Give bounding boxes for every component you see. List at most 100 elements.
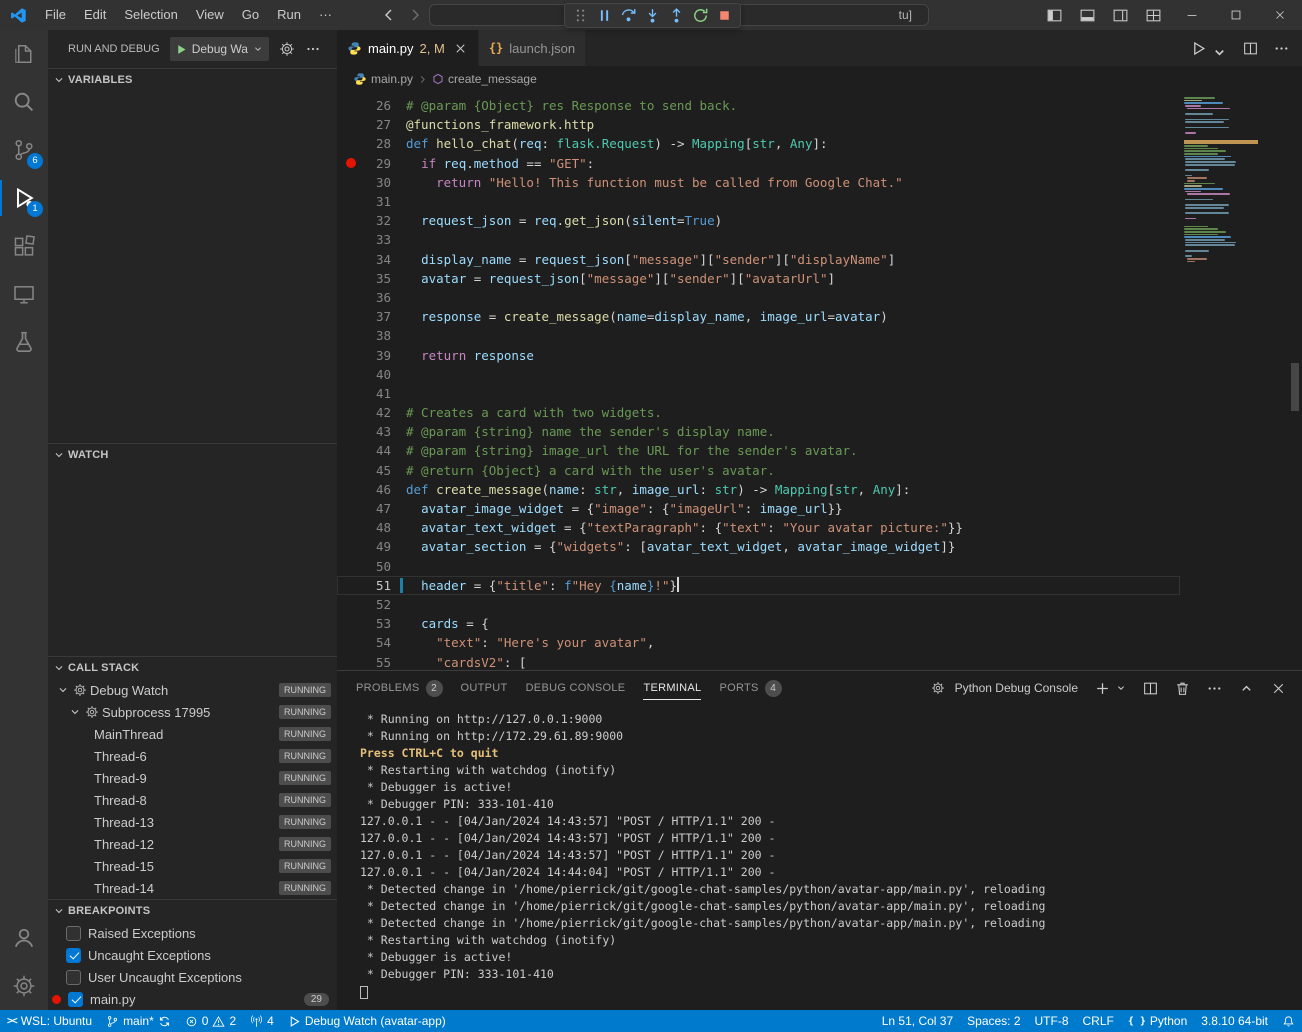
drag-handle-icon[interactable] (570, 5, 591, 26)
variables-section-header[interactable]: VARIABLES (48, 69, 337, 91)
breakpoint-margin[interactable] (337, 422, 365, 441)
cursor-position[interactable]: Ln 51, Col 37 (875, 1010, 960, 1032)
code-line[interactable]: 38 (337, 326, 1180, 345)
code-line[interactable]: 33 (337, 230, 1180, 249)
call-stack-item[interactable]: Thread-8RUNNING (48, 789, 337, 811)
close-window-button[interactable] (1258, 0, 1302, 30)
debug-session-status[interactable]: Debug Watch (avatar-app) (281, 1010, 453, 1032)
eol-status[interactable]: CRLF (1076, 1010, 1121, 1032)
breakpoint-checkbox[interactable] (68, 992, 83, 1007)
breakpoint-margin[interactable] (337, 499, 365, 518)
indentation-status[interactable]: Spaces: 2 (960, 1010, 1027, 1032)
toggle-secondary-sidebar-icon[interactable] (1112, 7, 1129, 24)
breakpoint-checkbox[interactable] (66, 970, 81, 985)
breakpoint-margin[interactable] (337, 365, 365, 384)
breakpoint-item[interactable]: Raised Exceptions (48, 922, 337, 944)
code-line[interactable]: 34 display_name = request_json["message"… (337, 250, 1180, 269)
activity-extensions[interactable] (0, 222, 48, 270)
call-stack-item[interactable]: Thread-9RUNNING (48, 767, 337, 789)
breakpoint-margin[interactable] (337, 345, 365, 364)
activity-search[interactable] (0, 78, 48, 126)
code-line[interactable]: 55 "cardsV2": [ (337, 652, 1180, 670)
forward-arrow-icon[interactable] (407, 7, 423, 23)
code-line[interactable]: 47 avatar_image_widget = {"image": {"ima… (337, 499, 1180, 518)
breakpoint-margin[interactable] (337, 326, 365, 345)
breakpoint-margin[interactable] (337, 288, 365, 307)
panel-more-actions-icon[interactable] (1206, 680, 1223, 697)
call-stack-item[interactable]: Thread-12RUNNING (48, 833, 337, 855)
code-line[interactable]: 28def hello_chat(req: flask.Request) -> … (337, 134, 1180, 153)
code-line[interactable]: 43# @param {string} name the sender's di… (337, 422, 1180, 441)
minimap[interactable] (1184, 92, 1258, 263)
breakpoint-checkbox[interactable] (66, 926, 81, 941)
breakpoint-margin[interactable] (337, 441, 365, 460)
breakpoint-margin[interactable] (337, 250, 365, 269)
split-editor-icon[interactable] (1242, 40, 1259, 57)
code-line[interactable]: 53 cards = { (337, 614, 1180, 633)
more-actions-icon[interactable] (305, 41, 321, 57)
call-stack-item[interactable]: Thread-15RUNNING (48, 855, 337, 877)
python-interpreter[interactable]: 3.8.10 64-bit (1194, 1010, 1275, 1032)
code-line[interactable]: 32 request_json = req.get_json(silent=Tr… (337, 211, 1180, 230)
code-line[interactable]: 54 "text": "Here's your avatar", (337, 633, 1180, 652)
code-line[interactable]: 26# @param {Object} res Response to send… (337, 96, 1180, 115)
terminal-profile[interactable]: Python Debug Console (926, 681, 1078, 695)
language-mode[interactable]: { } Python (1121, 1010, 1194, 1032)
maximize-button[interactable] (1214, 0, 1258, 30)
toggle-sidebar-icon[interactable] (1046, 7, 1063, 24)
restart-icon[interactable] (690, 5, 711, 26)
debug-config-dropdown[interactable]: Debug Wa (170, 37, 269, 61)
code-editor[interactable]: 26# @param {Object} res Response to send… (337, 92, 1302, 670)
terminal-dropdown-chevron-icon[interactable] (1115, 682, 1127, 694)
terminal-prompt[interactable] (360, 984, 1302, 1001)
breakpoint-item[interactable]: Uncaught Exceptions (48, 944, 337, 966)
panel-tab-output[interactable]: OUTPUT (452, 671, 517, 705)
activity-remote-explorer[interactable] (0, 270, 48, 318)
code-line[interactable]: 48 avatar_text_widget = {"textParagraph"… (337, 518, 1180, 537)
code-line[interactable]: 40 (337, 365, 1180, 384)
call-stack-item[interactable]: Subprocess 17995RUNNING (48, 701, 337, 723)
code-line[interactable]: 50 (337, 557, 1180, 576)
breakpoint-margin[interactable] (337, 403, 365, 422)
new-terminal-icon[interactable] (1094, 680, 1111, 697)
stop-icon[interactable] (714, 5, 735, 26)
menu-file[interactable]: File (36, 7, 75, 22)
menu-go[interactable]: Go (233, 7, 268, 22)
activity-explorer[interactable] (0, 30, 48, 78)
breakpoint-margin[interactable] (337, 518, 365, 537)
code-line[interactable]: 27@functions_framework.http (337, 115, 1180, 134)
breakpoint-margin[interactable] (337, 461, 365, 480)
menu-run[interactable]: Run (268, 7, 310, 22)
activity-settings[interactable] (0, 962, 48, 1010)
kill-terminal-icon[interactable] (1174, 680, 1191, 697)
step-over-icon[interactable] (618, 5, 639, 26)
breakpoint-dot[interactable] (346, 158, 356, 168)
toggle-panel-icon[interactable] (1079, 7, 1096, 24)
code-line[interactable]: 42# Creates a card with two widgets. (337, 403, 1180, 422)
watch-section-header[interactable]: WATCH (48, 444, 337, 466)
call-stack-item[interactable]: Thread-13RUNNING (48, 811, 337, 833)
editor-more-actions-icon[interactable] (1273, 40, 1290, 57)
breakpoint-margin[interactable] (337, 595, 365, 614)
activity-source-control[interactable]: 6 (0, 126, 48, 174)
breakpoint-margin[interactable] (337, 211, 365, 230)
menu-selection[interactable]: Selection (115, 7, 186, 22)
breakpoint-margin[interactable] (337, 134, 365, 153)
breakpoint-margin[interactable] (337, 537, 365, 556)
tab-launch-json[interactable]: {}launch.json (479, 30, 586, 66)
breakpoint-margin[interactable] (337, 96, 365, 115)
remote-indicator[interactable]: >< WSL: Ubuntu (0, 1010, 99, 1032)
panel-tab-problems[interactable]: PROBLEMS2 (347, 671, 452, 705)
breakpoint-margin[interactable] (337, 633, 365, 652)
breadcrumb-file[interactable]: main.py (371, 72, 413, 86)
breakpoints-section-header[interactable]: BREAKPOINTS (48, 900, 337, 922)
encoding-status[interactable]: UTF-8 (1028, 1010, 1076, 1032)
activity-testing[interactable] (0, 318, 48, 366)
breakpoint-margin[interactable] (337, 480, 365, 499)
breakpoint-margin[interactable] (337, 154, 365, 173)
back-arrow-icon[interactable] (381, 7, 397, 23)
code-line[interactable]: 39 return response (337, 345, 1180, 364)
run-python-file-icon[interactable] (1190, 40, 1207, 57)
step-into-icon[interactable] (642, 5, 663, 26)
step-out-icon[interactable] (666, 5, 687, 26)
